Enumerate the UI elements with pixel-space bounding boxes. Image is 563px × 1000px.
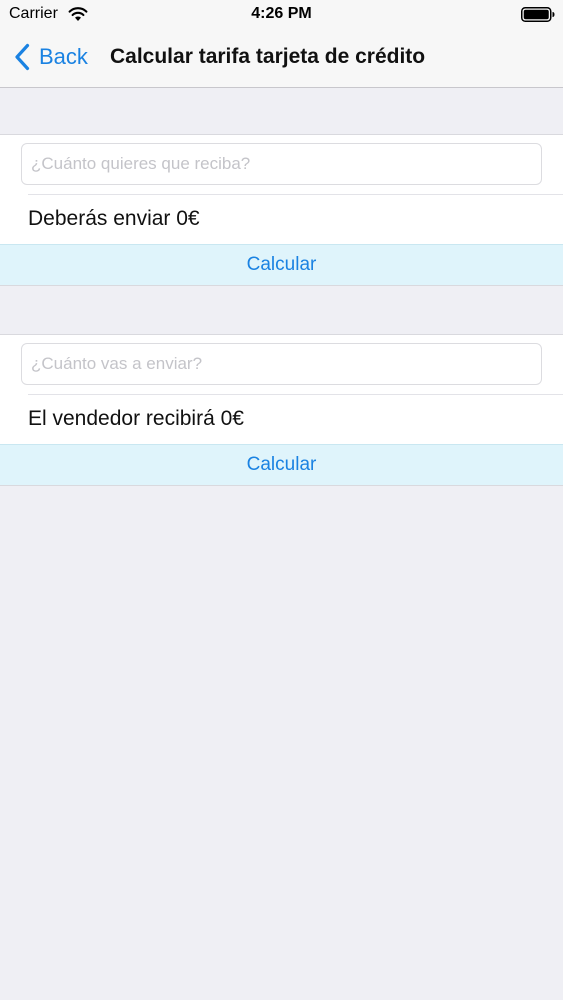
divider (28, 194, 563, 195)
send-amount-input[interactable] (22, 344, 541, 384)
back-button[interactable]: Back (14, 42, 88, 72)
seller-receives-result-label: El vendedor recibirá 0€ (28, 407, 244, 430)
send-result-label: Deberás enviar 0€ (28, 207, 200, 230)
divider (28, 394, 563, 395)
calculate-send-button[interactable]: Calcular (0, 244, 563, 285)
navigation-bar: Back Calcular tarifa tarjeta de crédito (0, 30, 563, 88)
back-label: Back (39, 44, 88, 69)
battery-full-icon (521, 7, 555, 22)
status-bar: Carrier 4:26 PM (0, 0, 563, 30)
receive-amount-input[interactable] (22, 144, 541, 184)
page-title: Calcular tarifa tarjeta de crédito (110, 45, 426, 68)
calculate-button-label: Calcular (246, 254, 317, 275)
receive-amount-section: Deberás enviar 0€ Calcular (0, 134, 563, 286)
status-time: 4:26 PM (251, 5, 312, 22)
chevron-left-icon (15, 43, 30, 71)
calculate-receive-button[interactable]: Calcular (0, 444, 563, 485)
receive-amount-field (21, 143, 542, 185)
send-amount-section: El vendedor recibirá 0€ Calcular (0, 334, 563, 486)
screen: Carrier 4:26 PM Back Calcular tarifa tar… (0, 0, 563, 1000)
calculate-button-label: Calcular (246, 454, 317, 475)
send-amount-field (21, 343, 542, 385)
